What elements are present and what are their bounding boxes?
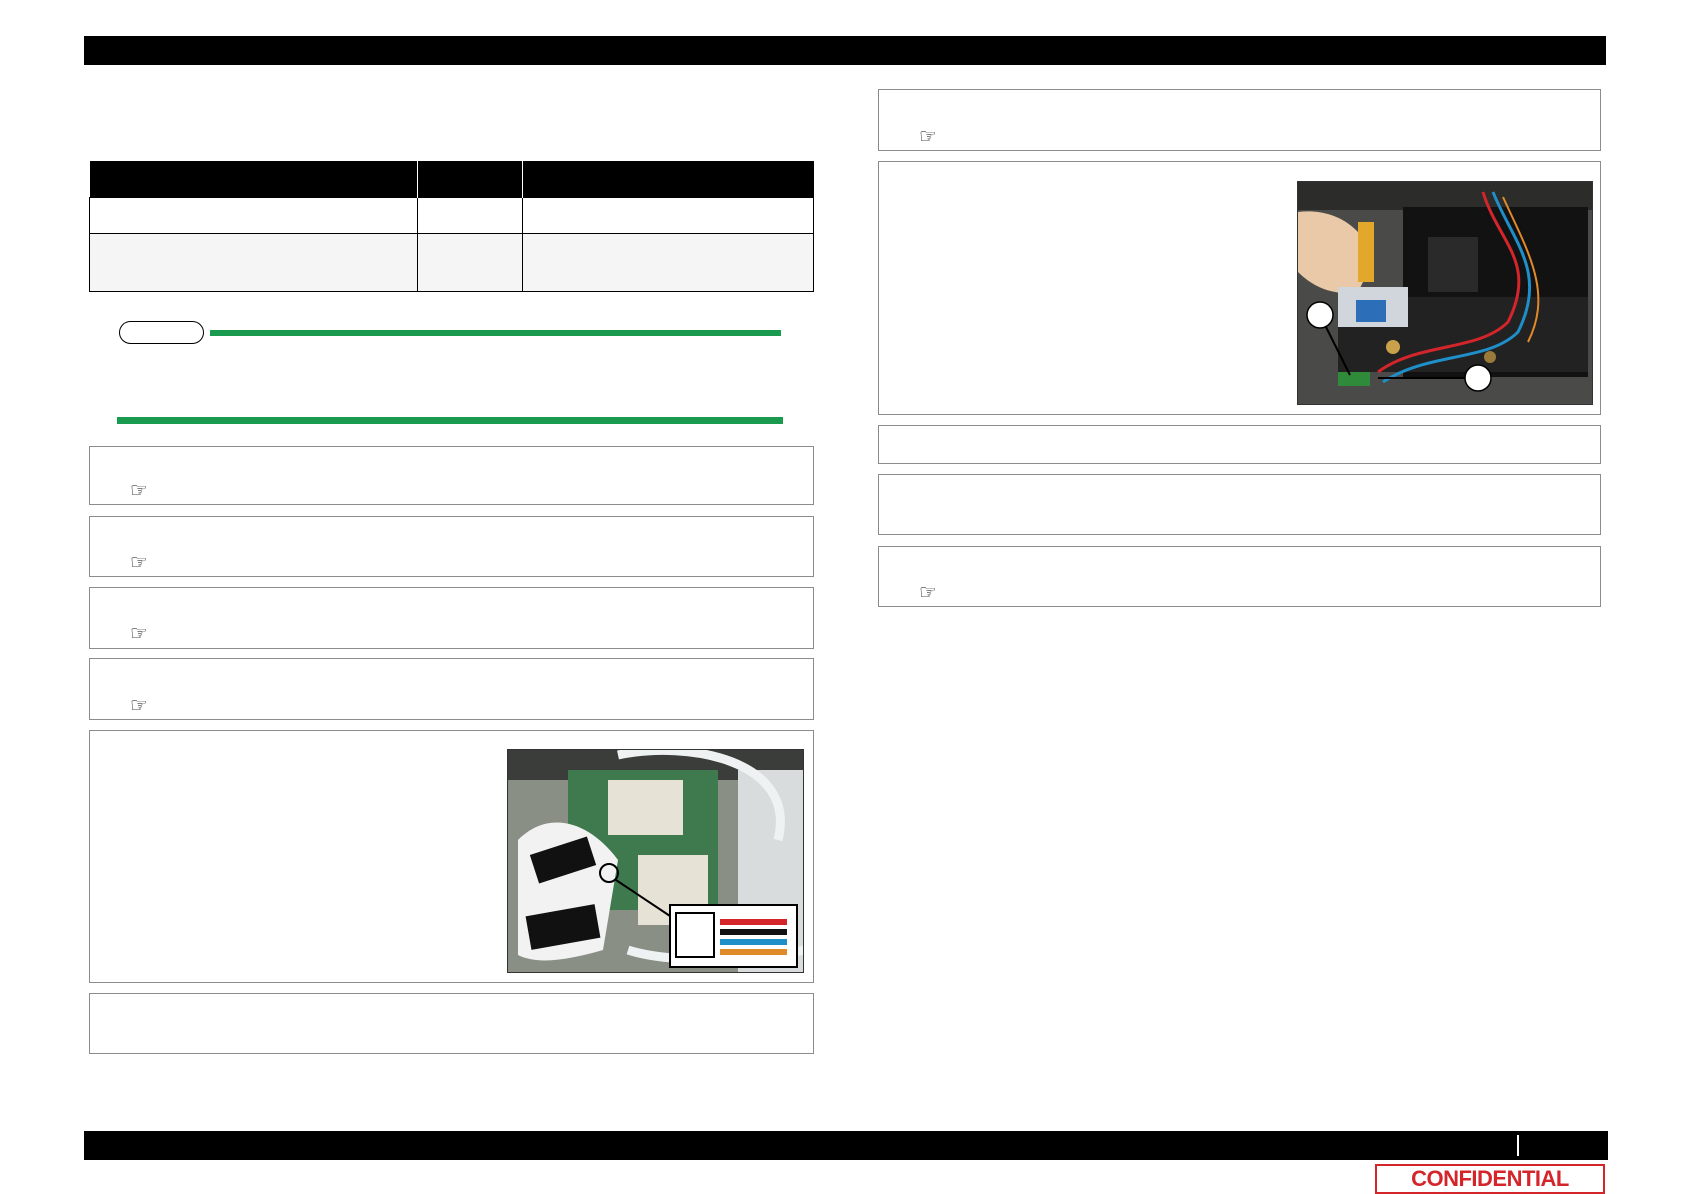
spec-table-cell <box>416 233 523 292</box>
spec-table-header-3 <box>522 161 814 198</box>
note-bottom-line <box>117 417 783 424</box>
step-box-11: ☞ <box>878 546 1601 607</box>
spec-table-cell <box>521 197 814 234</box>
note-label-pill <box>119 321 204 344</box>
pointing-hand-icon[interactable]: ☞ <box>130 480 148 500</box>
sensor-bracket-photo <box>1297 181 1593 405</box>
step-box-4: ☞ <box>89 658 814 720</box>
pointing-hand-icon[interactable]: ☞ <box>130 552 148 572</box>
step-box-3: ☞ <box>89 587 814 649</box>
pointing-hand-icon[interactable]: ☞ <box>919 126 937 146</box>
pointing-hand-icon[interactable]: ☞ <box>130 623 148 643</box>
pointing-hand-icon[interactable]: ☞ <box>130 695 148 715</box>
spec-table-cell <box>521 233 814 292</box>
sensor-bracket-illustration <box>1298 182 1592 404</box>
step-box-2: ☞ <box>89 516 814 577</box>
circle-marker-icon <box>1306 301 1334 329</box>
step-box-6 <box>89 993 814 1054</box>
step-box-8 <box>878 161 1601 415</box>
spec-table-header-1 <box>89 161 418 198</box>
spec-table-cell <box>89 197 418 234</box>
board-cable-illustration <box>508 750 803 972</box>
pointing-hand-icon[interactable]: ☞ <box>919 582 937 602</box>
step-box-5 <box>89 730 814 983</box>
spec-table-cell <box>89 233 418 292</box>
spec-table-cell <box>416 197 523 234</box>
step-box-10 <box>878 474 1601 535</box>
note-top-line <box>210 330 781 336</box>
spec-table-header-2 <box>417 161 523 198</box>
step-box-1: ☞ <box>89 446 814 505</box>
step-box-7: ☞ <box>878 89 1601 151</box>
circle-marker-icon <box>1464 364 1492 392</box>
spec-table <box>89 161 814 292</box>
footer-divider <box>1517 1135 1519 1156</box>
header-bar <box>84 36 1606 65</box>
step-box-9 <box>878 425 1601 464</box>
board-cable-photo <box>507 749 804 973</box>
footer-bar <box>84 1131 1608 1160</box>
